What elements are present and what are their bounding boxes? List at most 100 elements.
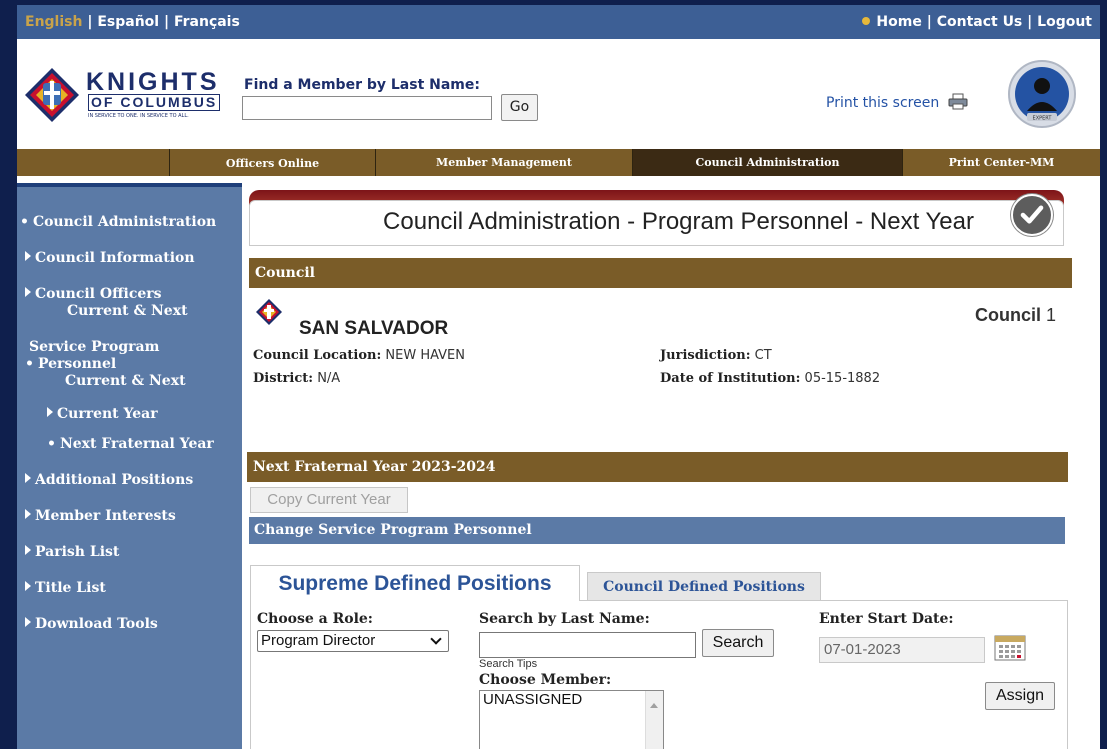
calendar-icon[interactable] (993, 634, 1027, 662)
choose-member-label: Choose Member: (479, 672, 612, 688)
sidebar-item-label: Additional Positions (35, 472, 194, 488)
triangle-right-icon (25, 545, 31, 555)
logo-title: KNIGHTS (86, 68, 220, 96)
sidebar-item-additional-positions[interactable]: Additional Positions (25, 472, 193, 489)
sidebar-item-parish-list[interactable]: Parish List (25, 544, 119, 561)
council-jurisdiction: Jurisdiction: CT (660, 348, 772, 363)
sidebar-item-label: Parish List (35, 544, 120, 560)
knights-of-columbus-logo[interactable]: KNIGHTS OF COLUMBUS IN SERVICE TO ONE. I… (22, 65, 237, 125)
choose-role-label: Choose a Role: (257, 611, 373, 627)
logout-link[interactable]: Logout (1037, 14, 1092, 30)
council-district: District: N/A (253, 371, 340, 386)
search-last-name-input[interactable] (479, 632, 696, 658)
language-english[interactable]: English (25, 14, 82, 30)
search-tips-link[interactable]: Search Tips (479, 658, 537, 670)
language-switcher: English | Español | Français (25, 14, 240, 30)
listbox-scrollbar[interactable] (645, 691, 663, 749)
sidebar-item-label: Council Officers (35, 286, 162, 302)
find-member-label: Find a Member by Last Name: (244, 77, 480, 93)
triangle-right-icon (25, 287, 31, 297)
knights-emblem-icon (25, 68, 79, 122)
link-separator: | (1022, 14, 1038, 30)
role-select[interactable]: Program Director (257, 630, 449, 652)
triangle-right-icon (25, 581, 31, 591)
sidebar-item-member-interests[interactable]: Member Interests (25, 508, 176, 525)
member-option[interactable]: UNASSIGNED (483, 691, 663, 708)
role-select-value: Program Director (261, 632, 376, 649)
triangle-right-icon (25, 473, 31, 483)
home-bullet-icon (862, 17, 871, 25)
printer-icon (948, 93, 968, 110)
sidebar-item-label: Service Program (29, 339, 160, 355)
sidebar-item-council-information[interactable]: Council Information (25, 250, 195, 267)
council-number: Council 1 (975, 305, 1056, 326)
page-title: Council Administration - Program Personn… (383, 208, 974, 235)
language-separator: | (82, 14, 98, 30)
link-separator: | (921, 14, 937, 30)
contact-us-link[interactable]: Contact Us (937, 14, 1023, 30)
fraternal-year-header: Next Fraternal Year 2023-2024 (247, 452, 1068, 482)
page-title-box: Council Administration - Program Personn… (249, 190, 1064, 248)
scroll-up-icon[interactable] (650, 703, 658, 708)
header: KNIGHTS OF COLUMBUS IN SERVICE TO ONE. I… (17, 39, 1100, 149)
sidebar: • Council Administration Council Informat… (17, 183, 242, 749)
print-screen-label: Print this screen (826, 95, 940, 111)
council-number-label: Council (975, 305, 1041, 325)
council-institution-date: Date of Institution: 05-15-1882 (660, 371, 880, 386)
bullet-icon: • (25, 356, 34, 372)
triangle-right-icon (25, 509, 31, 519)
start-date-input[interactable]: 07-01-2023 (819, 637, 985, 663)
sidebar-item-council-administration[interactable]: • Council Administration (20, 214, 216, 231)
checkmark-icon (1011, 194, 1053, 236)
copy-current-year-button[interactable]: Copy Current Year (250, 487, 408, 513)
jurisdiction-value: CT (754, 348, 772, 363)
nav-print-center[interactable]: Print Center-MM (902, 149, 1100, 176)
top-bar: English | Español | Français Home | Cont… (17, 5, 1100, 39)
council-location-label: Council Location: (253, 348, 382, 363)
expert-badge-text: EXPERT (1033, 116, 1053, 122)
main-nav: Officers Online Member Management Counci… (17, 149, 1100, 176)
sidebar-item-label: Council Administration (32, 214, 217, 230)
language-francais[interactable]: Français (174, 14, 240, 30)
top-links: Home | Contact Us | Logout (862, 14, 1092, 30)
member-listbox[interactable]: UNASSIGNED (479, 690, 664, 749)
sidebar-item-current-year[interactable]: Current Year (47, 406, 158, 423)
change-personnel-header: Change Service Program Personnel (249, 517, 1065, 544)
nav-officers-online[interactable]: Officers Online (169, 149, 375, 176)
language-separator: | (159, 14, 174, 30)
institution-date-value: 05-15-1882 (804, 371, 881, 386)
sidebar-item-label: Download Tools (35, 616, 158, 632)
expert-avatar-icon[interactable]: EXPERT (1007, 59, 1077, 129)
sidebar-item-label: Council Information (35, 250, 195, 266)
print-screen-link[interactable]: Print this screen (826, 93, 968, 111)
sidebar-item-next-fraternal-year[interactable]: • Next Fraternal Year (47, 436, 214, 453)
council-section-header: Council (249, 258, 1072, 288)
sidebar-item-service-program-personnel[interactable]: Service Program • Personnel Current & Nex… (25, 339, 186, 390)
find-member-input[interactable] (242, 96, 492, 120)
district-value: N/A (317, 371, 341, 386)
district-label: District: (253, 371, 314, 386)
sidebar-item-label: Title List (35, 580, 106, 596)
sidebar-item-title-list[interactable]: Title List (25, 580, 106, 597)
home-link[interactable]: Home (876, 14, 921, 30)
institution-date-label: Date of Institution: (660, 371, 801, 386)
nav-member-management[interactable]: Member Management (375, 149, 632, 176)
tab-council-defined-positions[interactable]: Council Defined Positions (587, 572, 821, 601)
search-button[interactable]: Search (702, 629, 774, 657)
nav-council-administration[interactable]: Council Administration (632, 149, 902, 176)
bullet-icon: • (47, 436, 56, 452)
go-button[interactable]: Go (501, 94, 538, 121)
sidebar-item-label2: Personnel (37, 356, 117, 372)
assign-button[interactable]: Assign (985, 682, 1055, 710)
logo-subtitle: OF COLUMBUS (88, 94, 221, 111)
logo-tagline: IN SERVICE TO ONE. IN SERVICE TO ALL. (88, 113, 189, 119)
start-date-label: Enter Start Date: (819, 611, 954, 627)
sidebar-item-download-tools[interactable]: Download Tools (25, 616, 158, 633)
sidebar-item-council-officers[interactable]: Council Officers Current & Next (25, 286, 188, 320)
language-espanol[interactable]: Español (97, 14, 159, 30)
council-number-value: 1 (1046, 305, 1057, 325)
tab-supreme-defined-positions[interactable]: Supreme Defined Positions (250, 565, 580, 601)
jurisdiction-label: Jurisdiction: (660, 348, 751, 363)
sidebar-item-sublabel: Current & Next (65, 373, 186, 389)
